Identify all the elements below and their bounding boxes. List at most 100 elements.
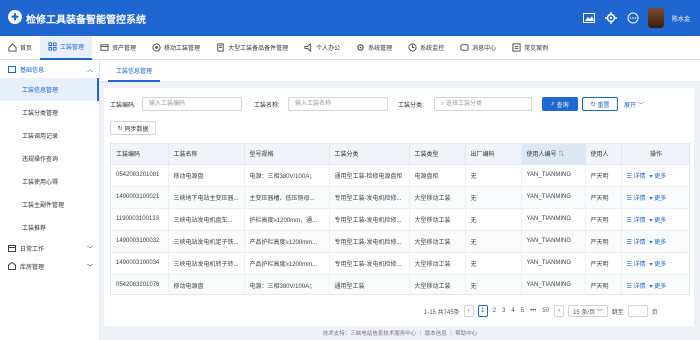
grid-icon xyxy=(48,42,57,51)
category-label: 工装分类: xyxy=(398,103,424,109)
code-label: 工装编码: xyxy=(110,103,136,109)
table-row[interactable]: 0542083201078 移动电源盘 电源：三相380V/100A； 通用型工… xyxy=(111,274,689,294)
table-row[interactable]: 1490003100034 三峡电站发电机转子转... 产品护栏高度≥1200m… xyxy=(111,252,689,275)
detail-link[interactable]: ☰ 详情 xyxy=(627,240,646,246)
more-link[interactable]: ▾ 更多 xyxy=(650,240,667,246)
more-link[interactable]: ▾ 更多 xyxy=(650,218,667,224)
page-1[interactable]: 1 xyxy=(477,305,488,317)
nav-item-assets[interactable]: 资产管理 xyxy=(92,36,144,60)
cell-category: 专用型工装-发电机检修... xyxy=(329,252,410,275)
cell-type: 电源盘柜 xyxy=(409,164,466,187)
sync-data-button[interactable]: ↻ 同步数据 xyxy=(110,121,156,135)
sidebar-item-usage-notes[interactable]: 工装使用心得 xyxy=(0,170,99,193)
cell-user-id: YAN_TIANMING xyxy=(521,230,586,253)
search-button[interactable]: ⌕ 查询 xyxy=(542,97,578,111)
nav-item-personal-office[interactable]: 个人办公 xyxy=(296,36,348,60)
cell-user-id: YAN_TIANMING xyxy=(521,274,586,294)
page-5[interactable]: 5 xyxy=(520,308,525,314)
reset-button[interactable]: ↻ 重置 xyxy=(582,97,618,111)
avatar[interactable] xyxy=(647,8,664,28)
gear-icon[interactable] xyxy=(604,11,618,25)
detail-link[interactable]: ☰ 详情 xyxy=(627,196,646,202)
footer: 技术支持：三峡电站信息技术服务中心 ｜ 版本信息 ｜ 帮助中心 xyxy=(100,328,700,340)
sort-icon[interactable]: ⇅ xyxy=(558,152,564,158)
cell-spec: 护栏高度≥1200mm，通... xyxy=(244,208,330,231)
nav-item-common-cases[interactable]: 常见案例 xyxy=(504,36,556,60)
jump-input[interactable] xyxy=(627,305,648,317)
nav-item-mobile-tooling[interactable]: 移动工装管理 xyxy=(144,36,208,60)
more-link[interactable]: ▾ 更多 xyxy=(650,174,667,180)
sidebar-item-tooling-category[interactable]: 工装分类管理 xyxy=(0,101,99,124)
sidebar-group-daily-work[interactable]: 日常工作 ﹀ xyxy=(0,239,99,257)
cell-user-id: YAN_TIANMING xyxy=(521,252,586,275)
cell-factory-code: 无 xyxy=(465,230,522,253)
nav-item-label: 首页 xyxy=(20,46,33,52)
detail-link[interactable]: ☰ 详情 xyxy=(627,174,646,180)
table-row[interactable]: 1490003100032 三峡电站发电机定子铁... 产品护栏高度≥1200m… xyxy=(111,230,689,253)
detail-link[interactable]: ☰ 详情 xyxy=(627,262,646,268)
sidebar-item-main-sub-parts[interactable]: 工装主副件管理 xyxy=(0,193,99,216)
table-row[interactable]: 1190003100133 三峡电站发电机盘车... 护栏高度≥1200mm，通… xyxy=(111,208,689,231)
col-header-actions: 操作 xyxy=(621,144,689,165)
nav-item-system-monitor[interactable]: 系统监控 xyxy=(400,36,452,60)
sidebar: 基础信息 ︿ 工装信息管理 工装分类管理 工装调用记录 违规操作查询 工装使用心… xyxy=(0,60,100,340)
jump-label: 跳至 xyxy=(611,309,624,316)
detail-link[interactable]: ☰ 详情 xyxy=(627,218,646,224)
col-header-type[interactable]: 工装类型 xyxy=(409,144,466,165)
category-select[interactable]: ⌕ 选择工装分类 xyxy=(434,97,532,111)
cell-factory-code: 无 xyxy=(465,164,522,187)
chevron-down-icon: ﹀ xyxy=(86,246,93,253)
nav-item-spare-parts[interactable]: 大型工装备品备件管理 xyxy=(208,36,296,60)
page-4[interactable]: 4 xyxy=(510,308,515,314)
cell-code: 1490003100021 xyxy=(111,186,169,209)
detail-link[interactable]: ☰ 详情 xyxy=(627,284,646,290)
col-header-spec[interactable]: 型号规格 xyxy=(244,144,330,165)
search-icon: ⌕ xyxy=(551,100,555,107)
col-header-user-id[interactable]: 使用人编号 ⇅ xyxy=(521,144,586,165)
refresh-icon: ↻ xyxy=(117,125,123,132)
sidebar-group-warehouse[interactable]: 库房管理 ﹀ xyxy=(0,257,99,275)
table-row[interactable]: 0542083201081 移动电源盘 电源：三相380V/100A； 通用型工… xyxy=(111,164,689,187)
user-name[interactable]: 陈水金 xyxy=(672,14,690,23)
col-header-factory-code[interactable]: 出厂编码 xyxy=(465,144,522,165)
sidebar-item-tooling-usage-log[interactable]: 工装调用记录 xyxy=(0,124,99,147)
sidebar-item-tooling-info[interactable]: 工装信息管理 xyxy=(0,78,99,101)
table-row[interactable]: 1490003100021 三峡地下电站主变压器... 主变压器槽、低压侧母..… xyxy=(111,186,689,209)
expand-link[interactable]: 展开 ﹀ xyxy=(624,100,644,109)
sidebar-item-violation-query[interactable]: 违规操作查询 xyxy=(0,147,99,170)
col-header-code[interactable]: 工装编码 xyxy=(111,144,169,165)
page-50[interactable]: 50 xyxy=(541,308,550,314)
name-input[interactable]: 输入工装名称 xyxy=(288,97,388,111)
tab-tooling-info[interactable]: 工装信息管理 xyxy=(108,60,161,82)
page-3[interactable]: 3 xyxy=(501,308,506,314)
sidebar-item-recommend[interactable]: 工装推荐 xyxy=(0,216,99,239)
content-panel: 工装编码: 输入工装编码 工装名称: 输入工装名称 工装分类: ⌕ 选择工装分类… xyxy=(104,88,694,326)
cell-category: 专用型工装-发电机检修... xyxy=(329,208,410,231)
nav-item-message-center[interactable]: 消息中心 xyxy=(452,36,504,60)
gear-icon xyxy=(357,44,364,51)
col-header-category[interactable]: 工装分类 xyxy=(329,144,410,165)
message-icon[interactable] xyxy=(626,11,640,25)
cell-user-id: YAN_TIANMING xyxy=(521,186,586,209)
page-ellipsis[interactable]: ••• xyxy=(529,308,537,314)
nav-item-system-manage[interactable]: 系统管理 xyxy=(348,36,400,60)
col-header-user-id-label: 使用人编号 xyxy=(526,152,557,159)
chevron-down-icon: ﹀ xyxy=(637,103,644,109)
expand-label: 展开 xyxy=(624,103,637,109)
sidebar-group-basic-info[interactable]: 基础信息 ︿ xyxy=(0,60,99,78)
code-input[interactable]: 输入工装编码 xyxy=(142,97,242,111)
cell-name: 移动电源盘 xyxy=(168,274,245,294)
page-size-select[interactable]: 15 条/页 ﹀ xyxy=(568,305,608,317)
more-link[interactable]: ▾ 更多 xyxy=(650,284,667,290)
cell-actions: ☰ 详情 ▾ 更多 xyxy=(621,252,689,275)
next-page-button[interactable]: › xyxy=(554,305,565,317)
prev-page-button[interactable]: ‹ xyxy=(463,305,474,317)
nav-item-tooling[interactable]: 工装管理 xyxy=(40,35,93,60)
col-header-name[interactable]: 工装名称 xyxy=(168,144,245,165)
more-link[interactable]: ▾ 更多 xyxy=(650,262,667,268)
nav-item-home[interactable]: 首页 xyxy=(0,36,40,60)
col-header-user[interactable]: 使用人 xyxy=(585,144,622,165)
image-icon[interactable] xyxy=(582,11,596,25)
more-link[interactable]: ▾ 更多 xyxy=(650,196,667,202)
page-2[interactable]: 2 xyxy=(492,308,497,314)
